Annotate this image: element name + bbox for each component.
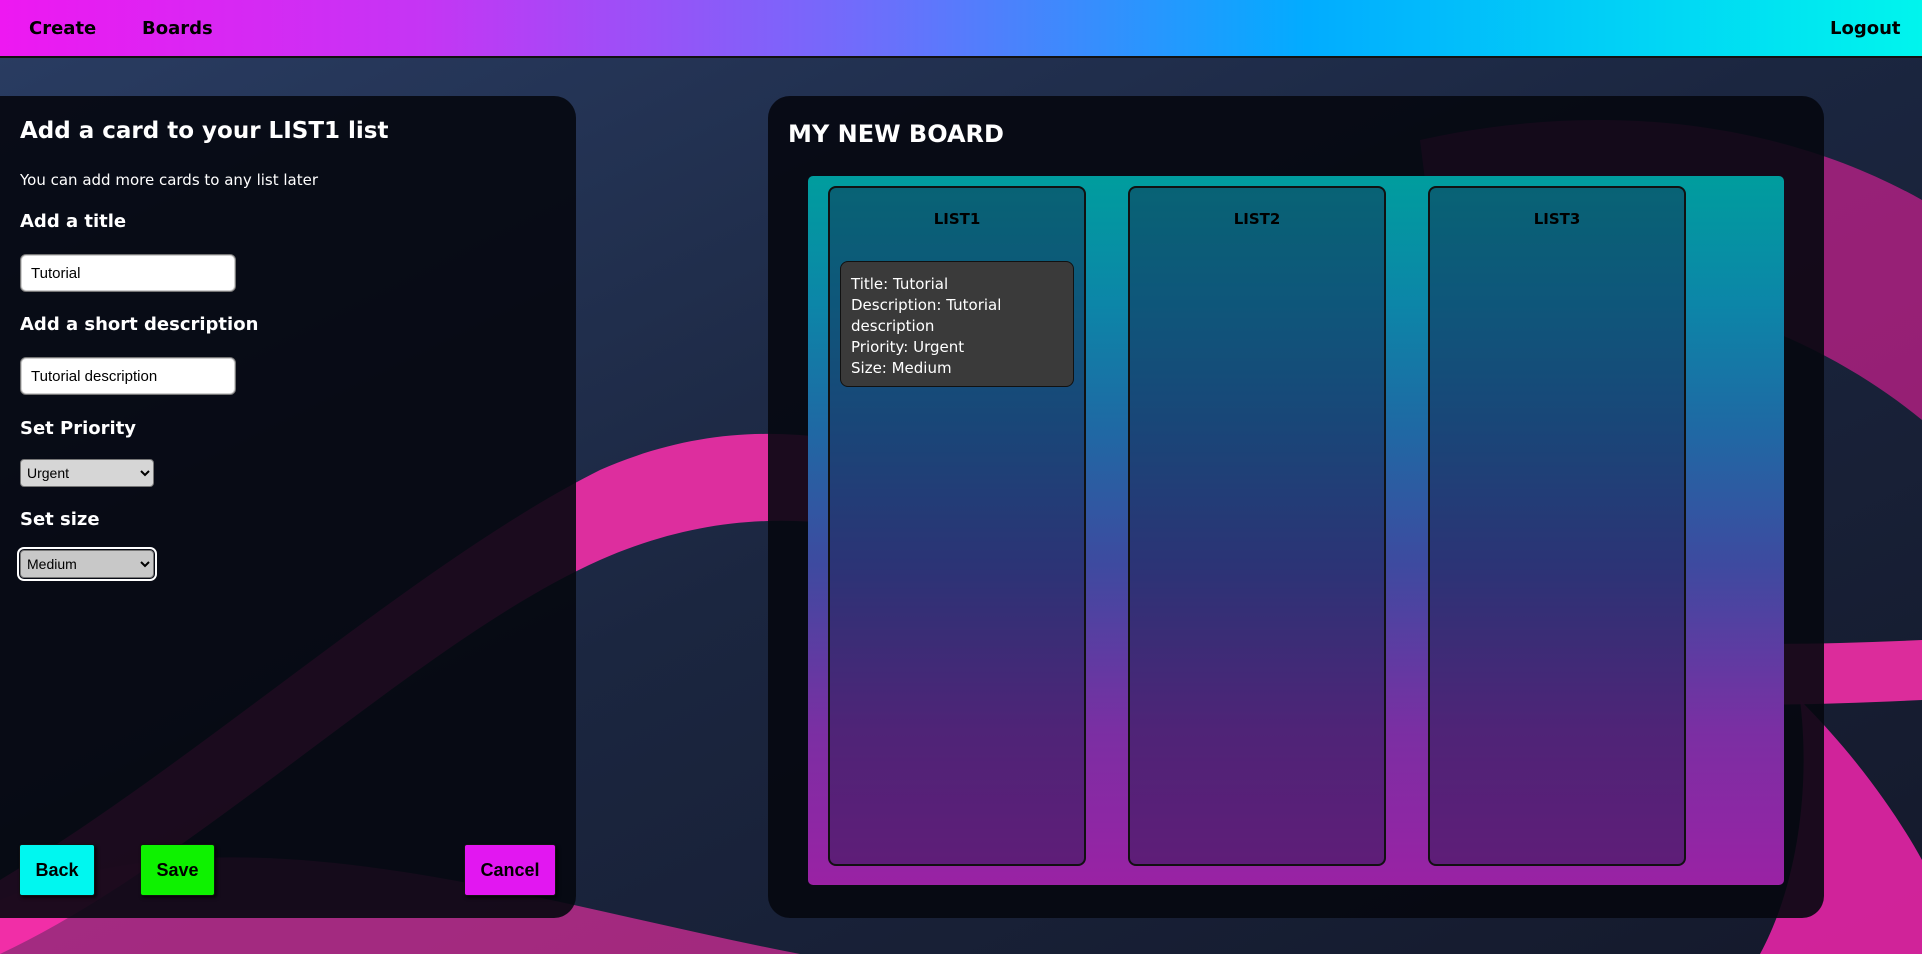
card-title: Title: Tutorial: [851, 275, 949, 293]
size-select[interactable]: Medium: [17, 547, 157, 581]
description-input[interactable]: [20, 357, 236, 395]
description-label: Add a short description: [20, 314, 259, 335]
form-heading: Add a card to your LIST1 list: [20, 118, 389, 144]
nav-boards-link[interactable]: Boards: [142, 18, 213, 39]
nav-logout-link[interactable]: Logout: [1830, 18, 1901, 39]
back-button[interactable]: Back: [19, 844, 95, 896]
priority-label: Set Priority: [20, 418, 137, 439]
list-column-list2[interactable]: LIST2: [1128, 186, 1386, 866]
list-title: LIST3: [1533, 210, 1581, 228]
card-size: Size: Medium: [851, 359, 952, 377]
top-navigation-bar: Create Boards Logout: [0, 0, 1922, 58]
save-button[interactable]: Save: [140, 844, 215, 896]
list-column-list1[interactable]: LIST1 Title: Tutorial Description: Tutor…: [828, 186, 1086, 866]
size-label: Set size: [20, 509, 100, 530]
title-label: Add a title: [20, 211, 127, 232]
card-description: Description: Tutorial description: [851, 296, 1002, 335]
list-title: LIST2: [1233, 210, 1281, 228]
card[interactable]: Title: Tutorial Description: Tutorial de…: [840, 261, 1074, 387]
title-input[interactable]: [20, 254, 236, 292]
form-subheading: You can add more cards to any list later: [20, 171, 319, 189]
list-title: LIST1: [933, 210, 981, 228]
nav-create-link[interactable]: Create: [29, 18, 96, 39]
card-priority: Priority: Urgent: [851, 338, 965, 356]
priority-select[interactable]: Urgent: [20, 459, 154, 487]
board-title: MY NEW BOARD: [788, 120, 1004, 148]
cancel-button[interactable]: Cancel: [464, 844, 556, 896]
list-column-list3[interactable]: LIST3: [1428, 186, 1686, 866]
